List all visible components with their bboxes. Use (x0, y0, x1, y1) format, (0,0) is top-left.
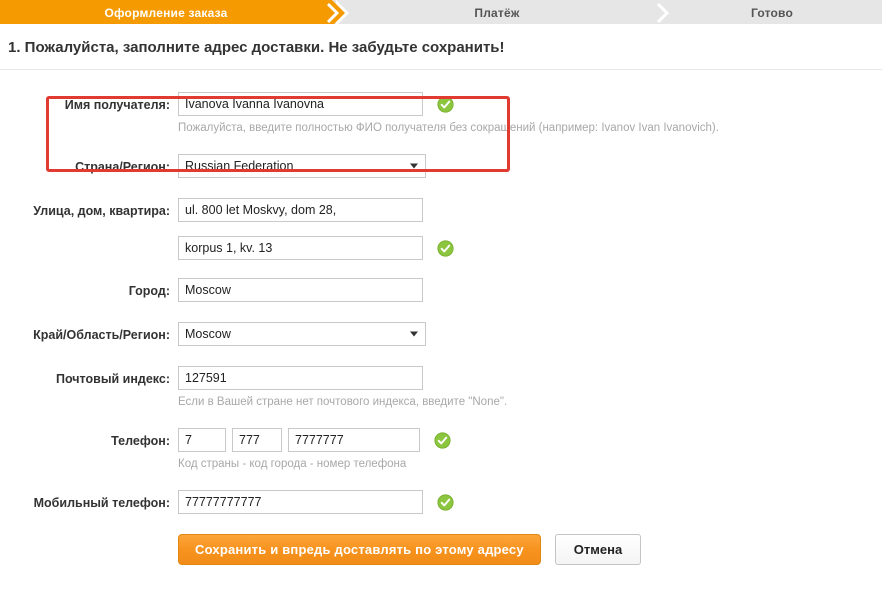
street-line1-field (178, 198, 423, 222)
steps-underline (0, 24, 882, 26)
recipient-name-label: Имя получателя: (64, 98, 170, 112)
check-circle-icon (434, 431, 451, 449)
postal-code-label: Почтовый индекс: (55, 372, 170, 386)
city-input[interactable] (178, 278, 423, 302)
postal-code-field (178, 366, 423, 390)
step-item-payment[interactable]: Платёж (326, 0, 662, 26)
step-label-done: Готово (750, 6, 794, 20)
country-select[interactable]: Russian Federation (178, 154, 426, 178)
mobile-phone-input[interactable] (178, 490, 423, 514)
street-line2-input[interactable] (178, 236, 423, 260)
checkout-steps-bar: Оформление заказа Платёж Готово (0, 0, 882, 26)
region-selected-value: Moscow (185, 327, 231, 341)
check-circle-icon (437, 239, 454, 257)
step-item-done[interactable]: Готово (656, 0, 882, 26)
chevron-down-icon (410, 163, 418, 169)
form-row-postal-code: Почтовый индекс: (0, 366, 882, 392)
form-row-recipient-name: Имя получателя: (0, 92, 882, 118)
phone-country-code-input[interactable] (178, 428, 226, 452)
save-address-button[interactable]: Сохранить и впредь доставлять по этому а… (178, 534, 541, 565)
form-row-region: Край/Область/Регион: Moscow (0, 322, 882, 348)
phone-number-input[interactable] (288, 428, 420, 452)
shipping-address-form: Имя получателя: Пожалуйста, введите полн… (0, 70, 882, 565)
form-row-mobile-phone: Мобильный телефон: (0, 490, 882, 516)
postal-code-input[interactable] (178, 366, 423, 390)
form-row-country: Страна/Регион: Russian Federation (0, 154, 882, 180)
chevron-right-icon (326, 2, 340, 24)
check-circle-icon (437, 493, 454, 511)
country-label: Страна/Регион: (75, 160, 170, 174)
phone-label: Телефон: (111, 434, 170, 448)
region-select[interactable]: Moscow (178, 322, 426, 346)
form-row-street-line2 (0, 236, 882, 260)
country-field: Russian Federation (178, 154, 426, 178)
recipient-name-input[interactable] (178, 92, 423, 116)
phone-city-code-input[interactable] (232, 428, 282, 452)
recipient-name-hint: Пожалуйста, введите полностью ФИО получа… (178, 122, 719, 134)
step-label-checkout: Оформление заказа (104, 6, 228, 20)
step-label-payment: Платёж (474, 6, 520, 20)
phone-hint: Код страны - код города - номер телефона (178, 458, 407, 470)
recipient-name-field (178, 92, 454, 116)
form-row-phone: Телефон: (0, 428, 882, 454)
city-field (178, 278, 423, 302)
form-row-city: Город: (0, 278, 882, 304)
street-line2-field (178, 236, 454, 260)
city-label: Город: (128, 284, 170, 298)
region-label: Край/Область/Регион: (33, 328, 170, 342)
mobile-phone-field (178, 490, 454, 514)
form-actions: Сохранить и впредь доставлять по этому а… (0, 516, 882, 565)
phone-input-group (178, 428, 420, 452)
region-field: Moscow (178, 322, 426, 346)
form-row-street-line1: Улица, дом, квартира: (0, 198, 882, 224)
cancel-button[interactable]: Отмена (554, 534, 642, 565)
mobile-phone-label: Мобильный телефон: (33, 496, 170, 510)
chevron-down-icon (410, 331, 418, 337)
phone-field (178, 428, 451, 452)
postal-code-hint: Если в Вашей стране нет почтового индекс… (178, 396, 508, 408)
check-circle-icon (437, 95, 454, 113)
street-label: Улица, дом, квартира: (33, 204, 170, 218)
page-title: 1. Пожалуйста, заполните адрес доставки.… (8, 39, 505, 56)
step-item-checkout[interactable]: Оформление заказа (0, 0, 349, 26)
chevron-right-icon-2 (656, 2, 670, 24)
street-line1-input[interactable] (178, 198, 423, 222)
country-selected-value: Russian Federation (185, 159, 294, 173)
